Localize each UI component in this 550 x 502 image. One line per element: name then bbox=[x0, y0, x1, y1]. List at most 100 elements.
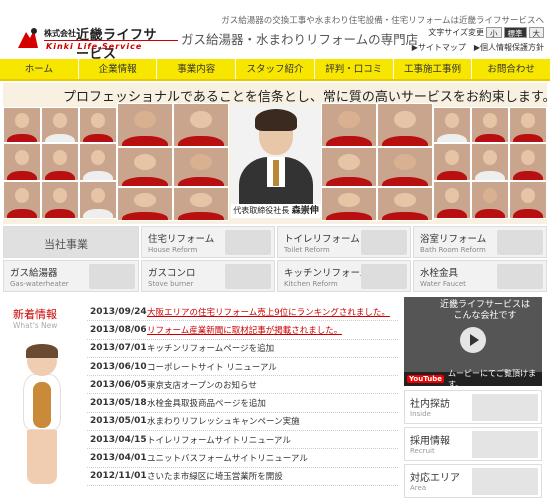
sidebar-title: 社内探訪 bbox=[410, 399, 450, 410]
header-sublinks: ▶サイトマップ ▶個人情報保護方針 bbox=[412, 42, 544, 53]
staff-photo bbox=[377, 103, 433, 147]
news-date: 2013/08/06 bbox=[90, 324, 147, 335]
service-title: ガスコンロ bbox=[148, 268, 196, 279]
staff-photo bbox=[3, 107, 41, 143]
sidebar-inside[interactable]: 社内探訪 Inside bbox=[404, 390, 542, 424]
news-item: 2013/04/01 ユニットバスフォームサイトリニューアル bbox=[87, 449, 398, 468]
font-size-label: 文字サイズ変更 bbox=[428, 28, 484, 37]
sidebar-title: 対応エリア bbox=[410, 473, 460, 484]
sidebar-en: Area bbox=[410, 484, 427, 492]
logo-en-text: Kinki Life Service bbox=[46, 42, 143, 51]
staff-photo bbox=[173, 103, 229, 147]
news-text: キッチンリフォームページを追加 bbox=[147, 344, 275, 355]
play-icon[interactable] bbox=[460, 327, 486, 353]
news-item: 2013/07/01 キッチンリフォームページを追加 bbox=[87, 340, 398, 358]
ceo-photo bbox=[231, 105, 321, 217]
services-grid: 当社事業 住宅リフォーム House Reform トイレリフォーム Toile… bbox=[3, 226, 547, 292]
news-item[interactable]: 2013/09/24 大阪エリアの住宅リフォーム売上9位にランキングされました。 bbox=[87, 303, 398, 322]
services-heading-label: 当社事業 bbox=[44, 238, 88, 251]
news-item: 2013/05/18 水栓金具取扱商品ページを追加 bbox=[87, 394, 398, 413]
service-water-faucet[interactable]: 水栓金具 Water Faucet bbox=[413, 260, 547, 292]
font-size-standard-button[interactable]: 標準 bbox=[503, 27, 527, 38]
news-list: 2013/09/24 大阪エリアの住宅リフォーム売上9位にランキングされました。 2… bbox=[87, 303, 398, 486]
news-date: 2013/05/01 bbox=[90, 416, 147, 427]
service-gas-stove[interactable]: ガスコンロ Stove burner bbox=[141, 260, 275, 292]
site-header: 株式会社 近畿ライフサービス Kinki Life Service ガス給湯器・… bbox=[0, 0, 550, 62]
hero-banner: プロフェッショナルであることを信条とし、常に質の高いサービスをお約束します。 代… bbox=[3, 83, 550, 224]
staff-photo bbox=[471, 181, 509, 219]
service-title: 浴室リフォーム bbox=[420, 234, 487, 245]
news-item: 2013/05/01 水まわりリフレッシュキャンペーン実施 bbox=[87, 413, 398, 432]
company-logo[interactable]: 株式会社 近畿ライフサービス Kinki Life Service bbox=[14, 26, 178, 62]
staff-photo bbox=[79, 143, 117, 181]
news-text: 水栓金具取扱商品ページを追加 bbox=[147, 399, 266, 410]
service-en: Gas-waterheater bbox=[10, 280, 69, 288]
news-date: 2013/09/24 bbox=[90, 306, 147, 317]
ceo-title: 代表取締役社長 bbox=[233, 206, 290, 215]
staff-photo bbox=[509, 143, 547, 181]
nav-home[interactable]: ホーム bbox=[0, 59, 78, 79]
company-video[interactable]: 近畿ライフサービスは こんな会社です YouTube ムービーにてご覧頂けます。 bbox=[404, 297, 542, 386]
news-title: 新着情報 bbox=[13, 308, 57, 321]
service-title: 住宅リフォーム bbox=[148, 234, 215, 245]
sitemap-link[interactable]: ▶サイトマップ bbox=[412, 42, 466, 53]
news-date: 2013/04/15 bbox=[90, 434, 147, 445]
sidebar-area[interactable]: 対応エリア Area bbox=[404, 464, 542, 498]
news-title-en: What's New bbox=[13, 321, 58, 330]
service-title: ガス給湯器 bbox=[10, 268, 58, 279]
service-en: Bath Room Reform bbox=[420, 246, 486, 254]
news-link[interactable]: 大阪エリアの住宅リフォーム売上9位にランキングされました。 bbox=[147, 306, 390, 318]
sidebar-recruit[interactable]: 採用情報 Recruit bbox=[404, 427, 542, 461]
video-caption-bar: YouTube ムービーにてご覧頂けます。 bbox=[404, 369, 542, 386]
news-item: 2013/04/15 トイレリフォームサイトリニューアル bbox=[87, 431, 398, 450]
staff-photo bbox=[321, 187, 377, 221]
sidebar-image bbox=[472, 431, 538, 458]
sidebar-en: Recruit bbox=[410, 447, 435, 455]
youtube-icon: YouTube bbox=[407, 375, 444, 383]
nav-contact[interactable]: お問合わせ bbox=[471, 59, 550, 79]
news-date: 2013/06/05 bbox=[90, 379, 147, 390]
staff-photo bbox=[41, 107, 79, 143]
service-bath-reform[interactable]: 浴室リフォーム Bath Room Reform bbox=[413, 226, 547, 258]
nav-works[interactable]: 工事施工事例 bbox=[392, 59, 472, 79]
news-item[interactable]: 2013/08/06 リフォーム産業新聞に取材記事が掲載されました。 bbox=[87, 321, 398, 340]
site-tagline: ガス給湯器・水まわりリフォームの専門店 bbox=[181, 32, 419, 47]
font-size-large-button[interactable]: 大 bbox=[528, 27, 544, 38]
service-gas-water-heater[interactable]: ガス給湯器 Gas-waterheater bbox=[3, 260, 139, 292]
staff-photo bbox=[41, 181, 79, 219]
news-text: 東京支店オープンのお知らせ bbox=[147, 380, 257, 391]
staff-photo bbox=[117, 147, 173, 187]
global-nav: ホーム 企業情報 事業内容 スタッフ紹介 評判・口コミ 工事施工事例 お問合わせ bbox=[0, 59, 550, 81]
ceo-caption: 代表取締役社長 森崇伸 bbox=[231, 204, 321, 218]
nav-business[interactable]: 事業内容 bbox=[156, 59, 235, 79]
nav-staff[interactable]: スタッフ紹介 bbox=[235, 59, 314, 79]
service-image bbox=[497, 230, 543, 255]
service-image bbox=[497, 264, 543, 289]
news-link[interactable]: リフォーム産業新聞に取材記事が掲載されました。 bbox=[147, 324, 342, 336]
sidebar-image bbox=[472, 468, 538, 495]
video-caption: ムービーにてご覧頂けます。 bbox=[447, 369, 536, 386]
service-kitchen-reform[interactable]: キッチンリフォーム Kitchen Reform bbox=[277, 260, 411, 292]
font-size-small-button[interactable]: 小 bbox=[486, 27, 502, 38]
news-text: コーポレートサイト リニューアル bbox=[147, 362, 277, 373]
staff-photo bbox=[433, 181, 471, 219]
news-text: トイレリフォームサイトリニューアル bbox=[147, 435, 291, 446]
staff-photo bbox=[173, 187, 229, 221]
staff-photo bbox=[321, 103, 377, 147]
privacy-link[interactable]: ▶個人情報保護方針 bbox=[474, 42, 544, 53]
staff-photo bbox=[377, 187, 433, 221]
staff-photo bbox=[41, 143, 79, 181]
sidebar-en: Inside bbox=[410, 410, 431, 418]
news-date: 2013/05/18 bbox=[90, 398, 147, 409]
nav-company[interactable]: 企業情報 bbox=[77, 59, 157, 79]
nav-reviews[interactable]: 評判・口コミ bbox=[313, 59, 393, 79]
news-text: さいたま市緑区に埼玉営業所を開設 bbox=[147, 472, 283, 483]
staff-photo bbox=[433, 143, 471, 181]
staff-photo bbox=[117, 187, 173, 221]
news-item: 2013/06/10 コーポレートサイト リニューアル bbox=[87, 358, 398, 377]
service-toilet-reform[interactable]: トイレリフォーム Toilet Reform bbox=[277, 226, 411, 258]
staff-photo bbox=[117, 103, 173, 147]
news-date: 2012/11/01 bbox=[90, 471, 147, 482]
news-item: 2013/06/05 東京支店オープンのお知らせ bbox=[87, 376, 398, 395]
service-house-reform[interactable]: 住宅リフォーム House Reform bbox=[141, 226, 275, 258]
